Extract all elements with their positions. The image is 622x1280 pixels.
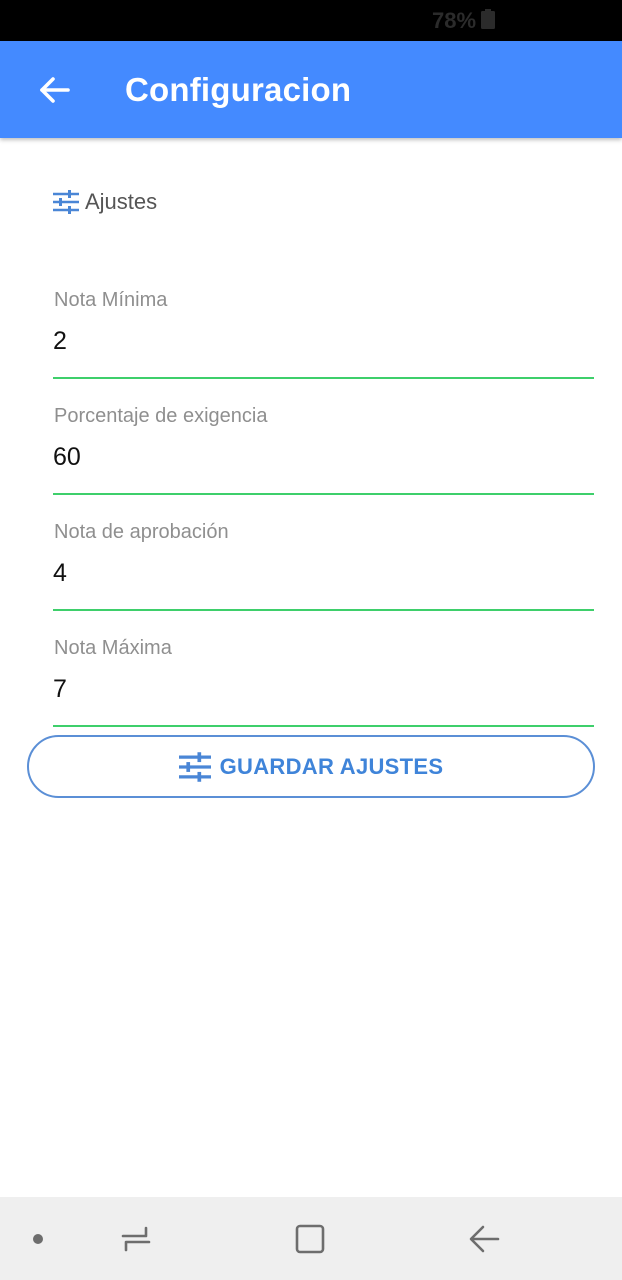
home-icon[interactable] — [292, 1221, 328, 1257]
section-title: Ajustes — [85, 189, 158, 214]
field-label: Nota de aprobación — [54, 521, 229, 543]
tune-icon — [178, 751, 211, 782]
field-label: Nota Máxima — [54, 637, 172, 659]
field-nota-maxima: Nota Máxima — [53, 637, 594, 733]
save-button-label: GUARDAR AJUSTES — [219, 753, 444, 779]
settings-screen: 78% Configuracion Ajustes Nota Mínima 2 … — [0, 0, 622, 1280]
porcentaje-exigencia-input[interactable] — [53, 443, 594, 472]
field-underline — [53, 725, 594, 727]
status-bar: 78% — [0, 0, 622, 41]
field-underline — [53, 377, 594, 379]
recents-icon[interactable] — [118, 1221, 154, 1257]
back-button[interactable] — [30, 70, 80, 110]
save-settings-button[interactable]: GUARDAR AJUSTES — [27, 735, 595, 798]
battery-icon — [481, 9, 495, 29]
battery-percent: 78% — [432, 8, 477, 33]
nota-maxima-input[interactable] — [53, 675, 594, 704]
arrow-back-icon — [40, 77, 70, 103]
nota-minima-input[interactable] — [53, 327, 594, 356]
field-label: Nota Mínima — [54, 289, 168, 311]
app-bar: Configuracion — [0, 41, 622, 138]
system-nav-bar — [0, 1197, 622, 1280]
field-underline — [53, 493, 594, 495]
field-porcentaje-exigencia: Porcentaje de exigencia — [53, 405, 594, 501]
page-title: Configuracion — [125, 71, 352, 108]
section-header: Ajustes — [53, 188, 157, 216]
nota-aprobacion-input[interactable] — [53, 559, 594, 588]
field-label: Porcentaje de exigencia — [54, 405, 268, 427]
back-icon[interactable] — [466, 1221, 502, 1257]
field-nota-aprobacion: Nota de aprobación — [53, 521, 594, 617]
field-nota-minima: Nota Mínima — [53, 289, 594, 385]
field-underline — [53, 609, 594, 611]
dot-icon[interactable] — [33, 1234, 43, 1244]
tune-icon — [53, 190, 79, 214]
